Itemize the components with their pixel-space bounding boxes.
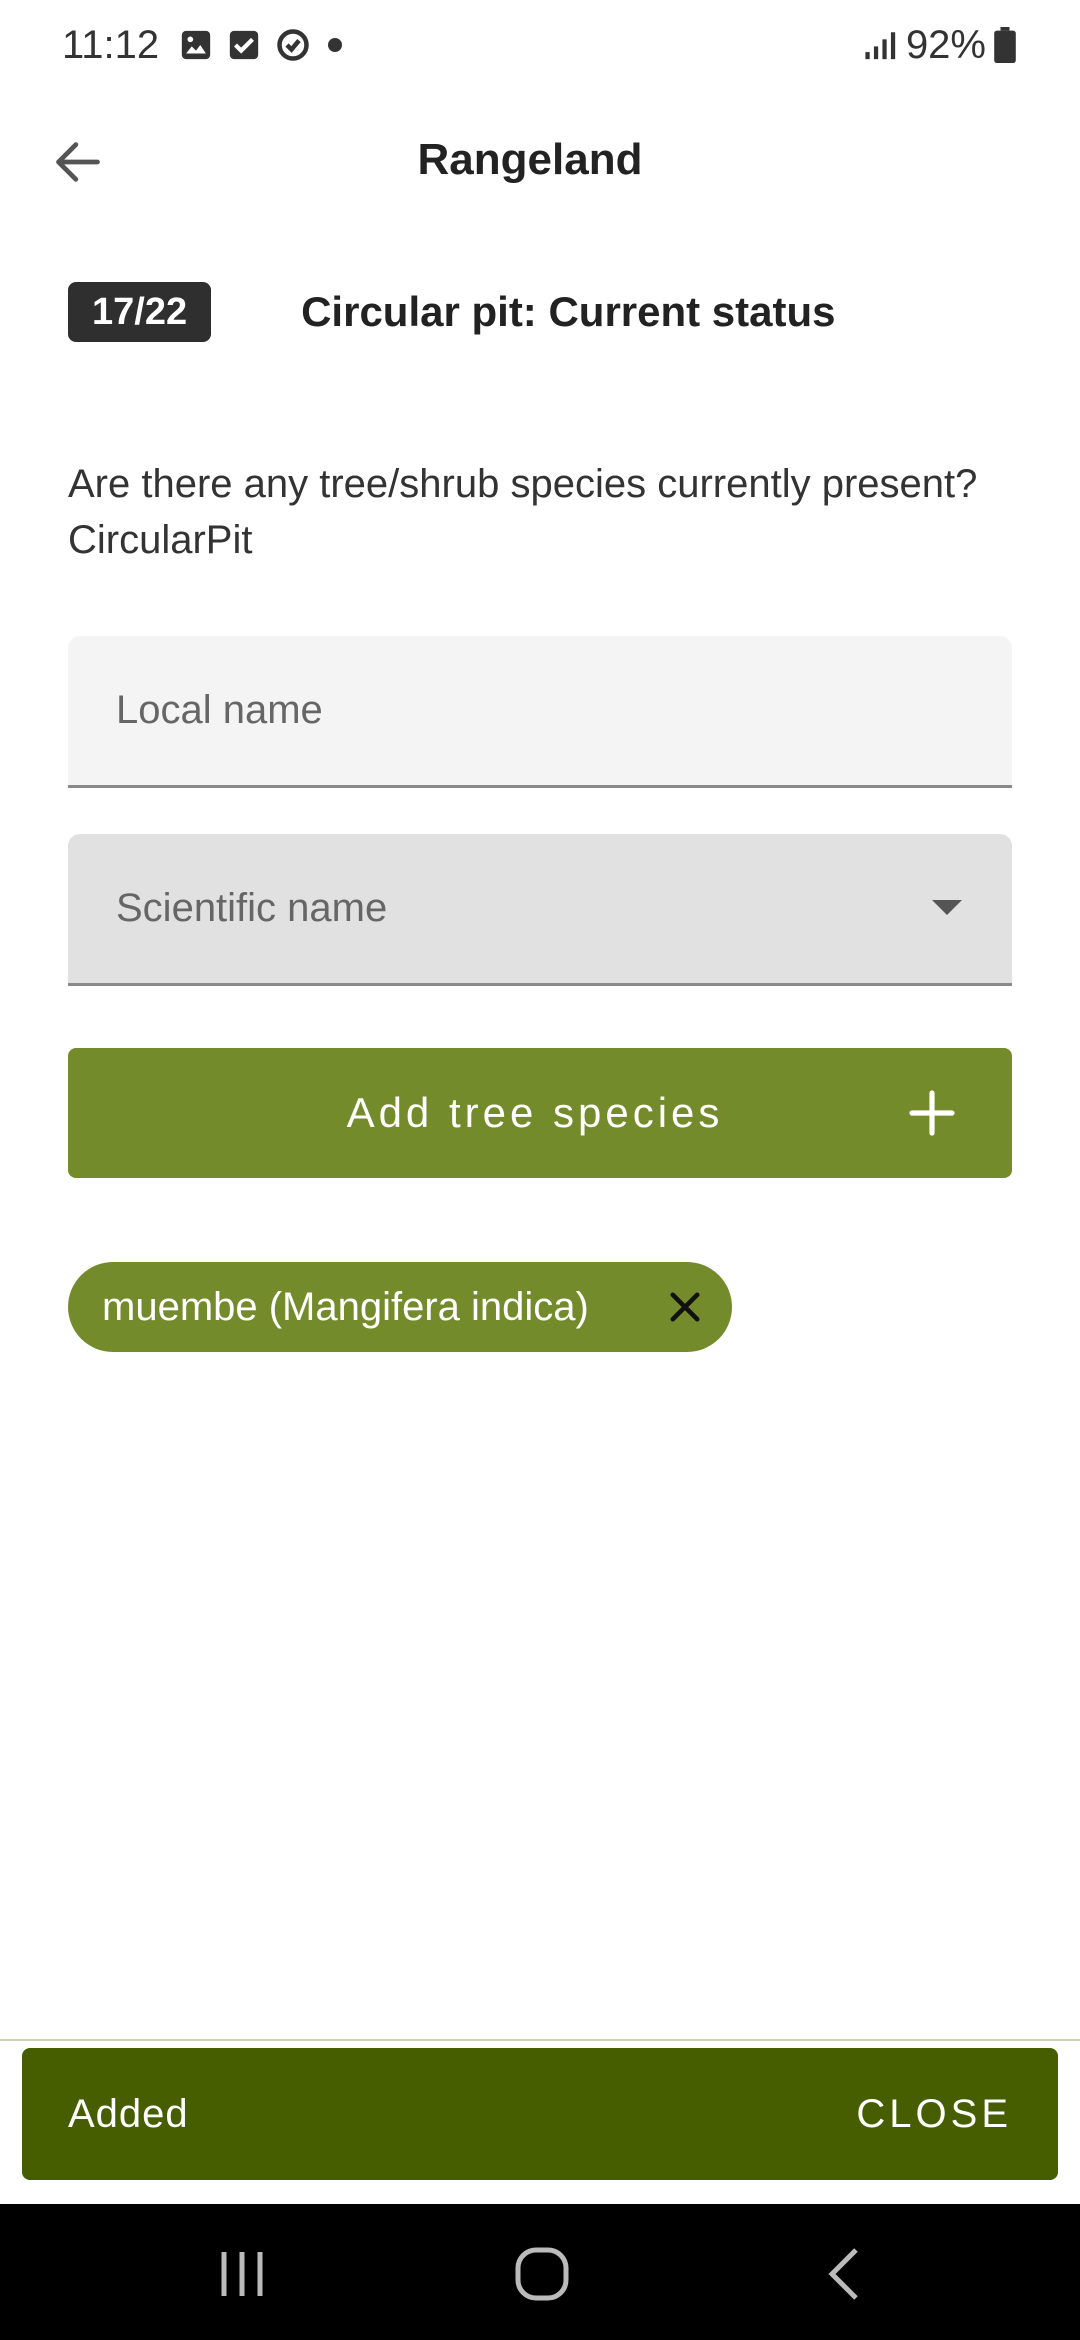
local-name-field[interactable] (68, 636, 1012, 788)
snackbar-message: Added (68, 2091, 189, 2136)
home-icon[interactable] (512, 2244, 572, 2304)
app-bar: Rangeland (0, 110, 1080, 210)
image-icon (179, 28, 213, 62)
question-text: Are there any tree/shrub species current… (68, 462, 978, 562)
battery-percent: 92% (905, 22, 986, 67)
checkbox-icon (227, 28, 261, 62)
section-title: Circular pit: Current status (301, 288, 836, 335)
status-bar: 11:12 92% (0, 0, 1080, 90)
snackbar-divider (0, 2039, 1080, 2041)
back-nav-icon[interactable] (816, 2244, 876, 2304)
scientific-name-dropdown[interactable] (68, 834, 1012, 986)
signal-icon (864, 30, 898, 60)
snackbar: Added CLOSE (22, 2048, 1058, 2180)
dot-icon (325, 35, 345, 55)
caret-down-icon (932, 900, 962, 915)
status-right: 92% (864, 23, 1016, 68)
system-nav-bar (0, 2204, 1080, 2340)
battery-icon (994, 27, 1016, 63)
add-tree-species-label: Add tree species (346, 1089, 724, 1136)
plus-icon (909, 1090, 955, 1136)
question-counter-badge: 17/22 (68, 282, 212, 342)
sync-icon (275, 27, 311, 63)
species-chip-label: muembe (Mangifera indica) (102, 1284, 589, 1329)
status-time: 11:12 (62, 22, 160, 67)
local-name-input[interactable] (114, 687, 1012, 734)
recents-icon[interactable] (212, 2244, 272, 2304)
add-tree-species-button[interactable]: Add tree species (68, 1048, 1012, 1178)
close-icon[interactable] (664, 1286, 706, 1328)
status-left: 11:12 (62, 23, 345, 68)
scientific-name-input[interactable] (114, 885, 1012, 932)
question-header: 17/22 Circular pit: Current status (68, 282, 836, 342)
species-chip: muembe (Mangifera indica) (68, 1262, 732, 1352)
back-button[interactable] (46, 130, 110, 194)
page-title: Rangeland (417, 135, 643, 184)
snackbar-close-button[interactable]: CLOSE (856, 2092, 1012, 2137)
arrow-left-icon (56, 142, 100, 182)
